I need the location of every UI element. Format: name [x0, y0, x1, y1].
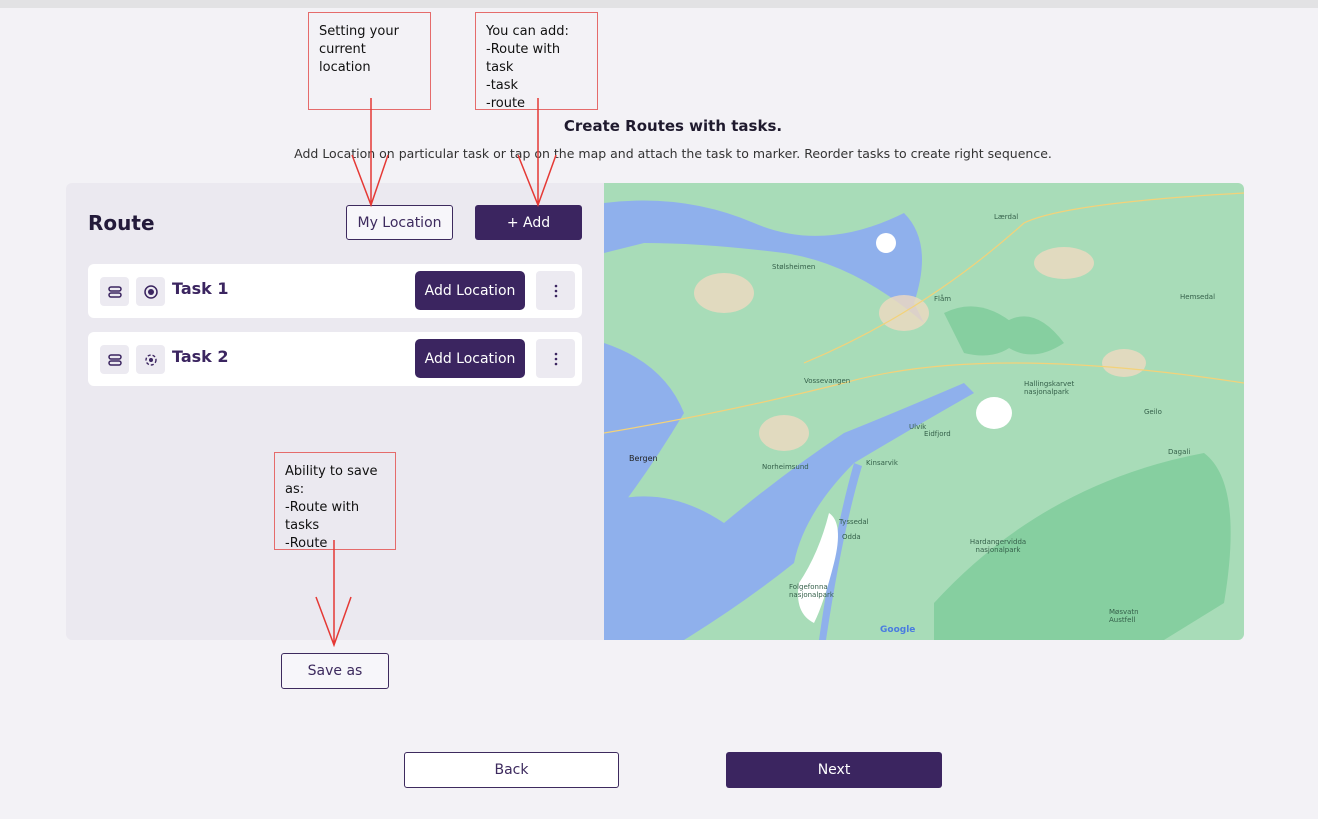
- radio-target-icon[interactable]: [136, 277, 165, 306]
- back-button[interactable]: Back: [404, 752, 619, 788]
- task-name: Task 2: [172, 347, 229, 366]
- annotation-add: You can add: -Route with task -task -rou…: [475, 12, 598, 111]
- my-location-button[interactable]: My Location: [346, 205, 453, 240]
- map-label: Flåm: [934, 295, 952, 303]
- map-label: Hallingskarvet nasjonalpark: [1024, 380, 1075, 396]
- annotation-save: Ability to save as: -Route with tasks -R…: [274, 452, 396, 551]
- drag-handle-icon[interactable]: [100, 345, 129, 374]
- task-row[interactable]: Task 2 Add Location: [88, 332, 582, 386]
- add-location-button[interactable]: Add Location: [415, 271, 525, 310]
- map-label: Tyssedal: [839, 518, 869, 526]
- next-button[interactable]: Next: [726, 752, 942, 788]
- map-label: Hemsedal: [1180, 293, 1216, 301]
- move-target-icon[interactable]: [136, 345, 165, 374]
- drag-handle-icon[interactable]: [100, 277, 129, 306]
- task-row[interactable]: Task 1 Add Location: [88, 264, 582, 318]
- save-as-button[interactable]: Save as: [281, 653, 389, 689]
- map-label: Eidfjord: [924, 430, 951, 438]
- route-panel: Route My Location + Add Task 1 Add Locat…: [66, 183, 604, 640]
- add-location-button[interactable]: Add Location: [415, 339, 525, 378]
- page-title: Create Routes with tasks.: [563, 117, 783, 135]
- more-options-icon[interactable]: [536, 339, 575, 378]
- map-label: Dagali: [1168, 448, 1191, 456]
- google-logo: Google: [880, 625, 916, 635]
- top-bar: [0, 0, 1318, 8]
- map-label: Geilo: [1144, 408, 1162, 416]
- map-label: Stølsheimen: [772, 263, 816, 271]
- map-label: Norheimsund: [762, 463, 809, 471]
- map-label: Hardangervidda nasjonalpark: [969, 538, 1027, 554]
- add-button[interactable]: + Add: [475, 205, 582, 240]
- task-name: Task 1: [172, 279, 229, 298]
- map-label: Vossevangen: [804, 377, 851, 385]
- more-options-icon[interactable]: [536, 271, 575, 310]
- map-label: Møsvatn Austfell: [1109, 608, 1139, 624]
- map-label: Bergen: [629, 454, 658, 463]
- map[interactable]: Stølsheimen Vossevangen Bergen Norheimsu…: [604, 183, 1244, 640]
- map-label: Lærdal: [994, 213, 1019, 221]
- map-label: Folgefonna nasjonalpark: [789, 583, 834, 599]
- map-label: Kinsarvik: [866, 459, 898, 467]
- route-title: Route: [88, 211, 155, 235]
- page-subtitle: Add Location on particular task or tap o…: [294, 146, 1052, 161]
- map-label: Odda: [842, 533, 861, 541]
- annotation-location: Setting your current location: [308, 12, 431, 110]
